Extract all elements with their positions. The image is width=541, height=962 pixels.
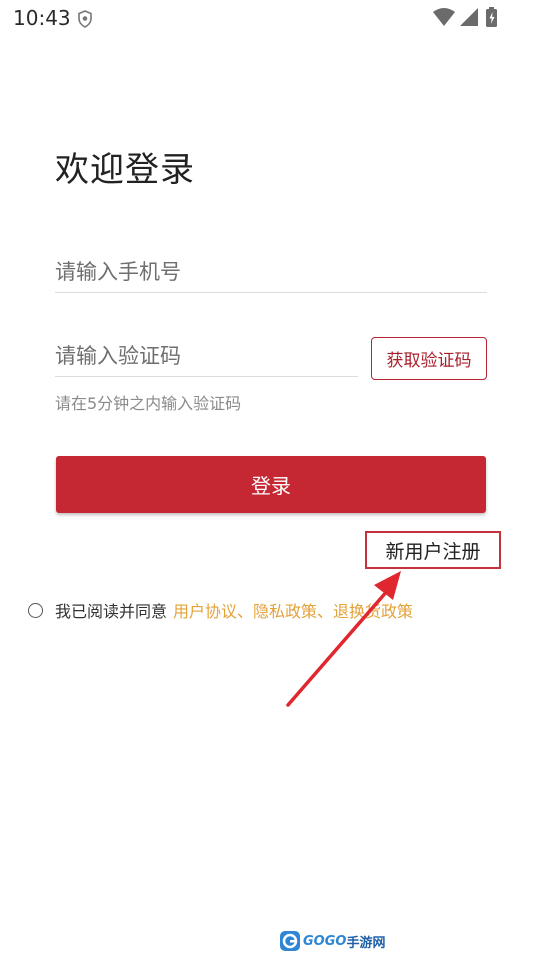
- watermark-brand: GOGO: [303, 933, 347, 949]
- watermark-brand-cn: 手游网: [346, 935, 386, 951]
- login-button[interactable]: 登录: [56, 456, 486, 513]
- watermark: GOGO 手游网: [279, 928, 385, 954]
- status-time: 10:43: [13, 6, 71, 30]
- code-hint: 请在5分钟之内输入验证码: [55, 394, 242, 413]
- status-bar: 10:43: [0, 0, 541, 38]
- battery-charging-icon: [486, 7, 497, 27]
- page-title: 欢迎登录: [55, 150, 195, 190]
- get-code-button[interactable]: 获取验证码: [371, 337, 487, 380]
- agreement-row: 我已阅读并同意 用户协议、隐私政策、退换货政策: [28, 598, 413, 622]
- register-link[interactable]: 新用户注册: [365, 531, 501, 569]
- phone-input[interactable]: [55, 252, 487, 293]
- agree-text: 我已阅读并同意: [55, 602, 168, 621]
- wifi-icon: [433, 8, 455, 26]
- policy-links[interactable]: 用户协议、隐私政策、退换货政策: [173, 598, 413, 622]
- gogo-logo-icon: [280, 931, 300, 951]
- agree-radio[interactable]: [28, 602, 43, 618]
- status-icons: [433, 7, 497, 27]
- shield-icon: [78, 10, 92, 28]
- signal-icon: [460, 8, 478, 26]
- verification-code-input[interactable]: [55, 336, 358, 377]
